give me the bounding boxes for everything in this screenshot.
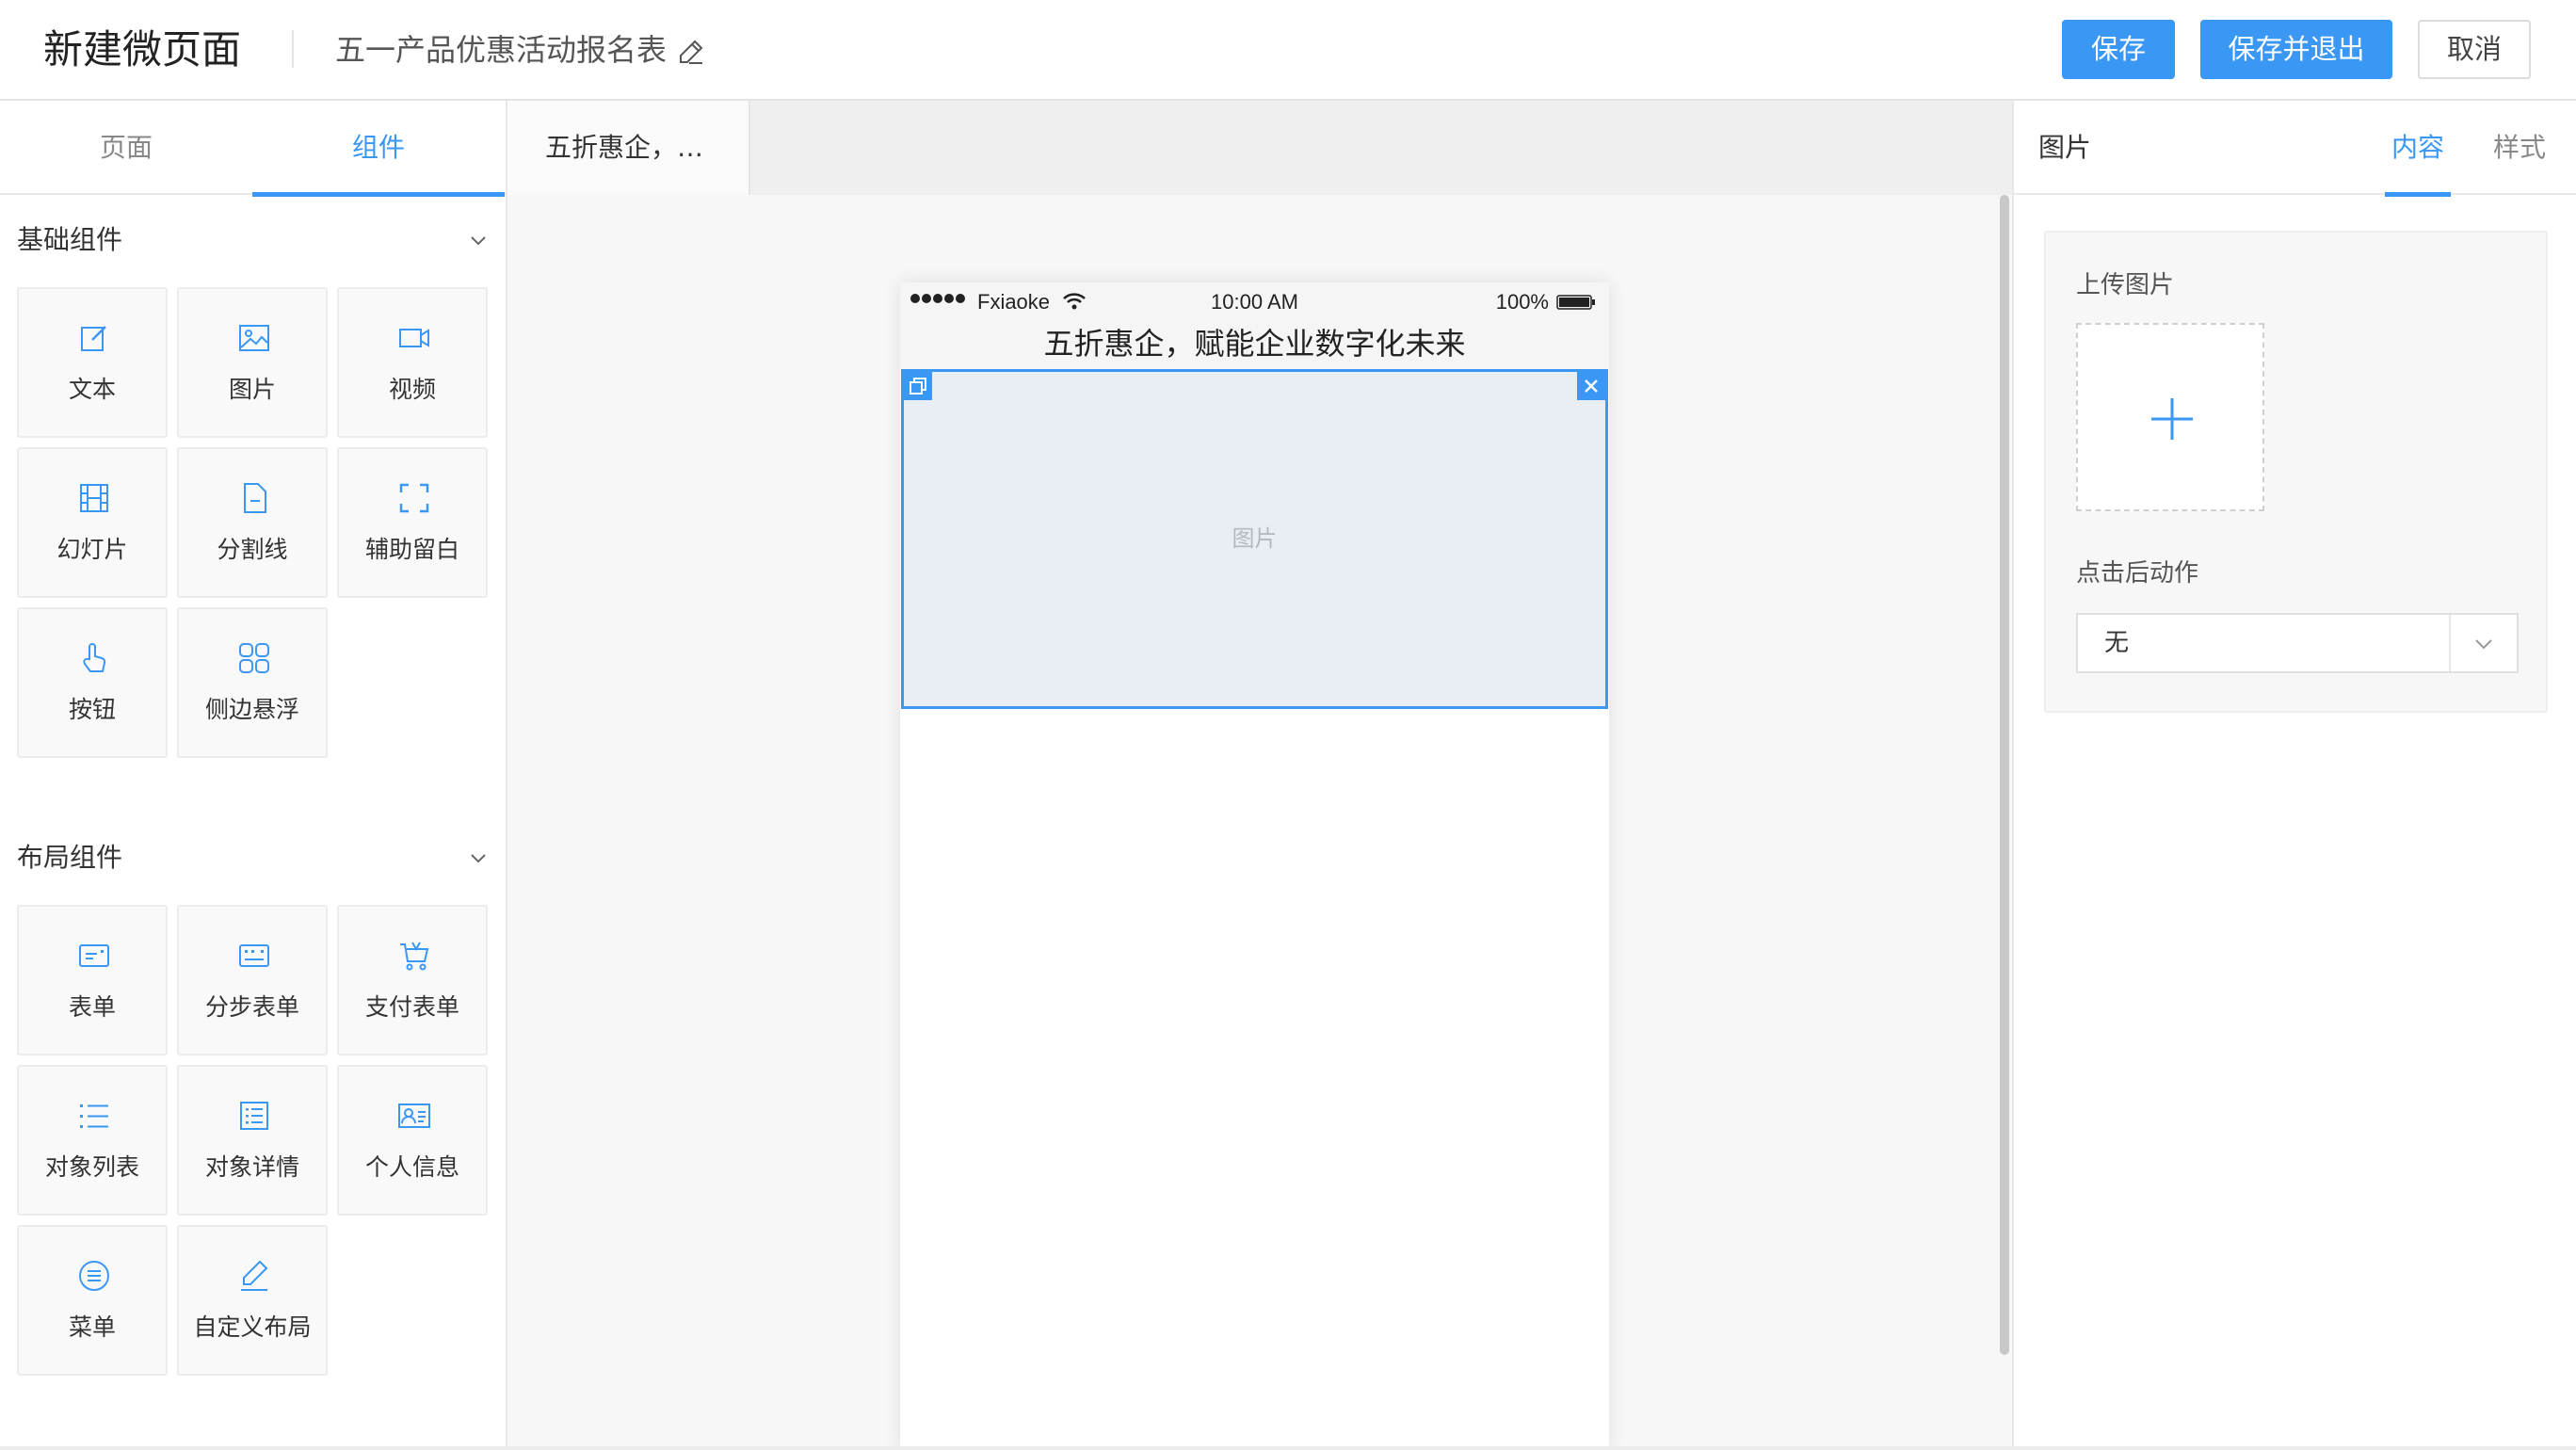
id-card-icon bbox=[398, 1104, 430, 1128]
component-personal-info[interactable]: 个人信息 bbox=[337, 1065, 488, 1216]
component-side-float[interactable]: 侧边悬浮 bbox=[177, 607, 328, 758]
image-placeholder: 图片 bbox=[1232, 525, 1278, 552]
slides-icon bbox=[80, 484, 108, 512]
form-name[interactable]: 五一产品优惠活动报名表 bbox=[335, 28, 706, 72]
section-basic-components[interactable]: 基础组件 bbox=[17, 218, 497, 263]
copy-component-button[interactable] bbox=[904, 372, 932, 400]
page-tab-bar: 五折惠企，… bbox=[507, 101, 2012, 195]
divider-icon bbox=[244, 483, 266, 513]
component-label: 分步表单 bbox=[204, 993, 299, 1021]
phone-status-bar: Fxiaoke 10:00 AM 100% bbox=[900, 282, 1609, 322]
component-label: 表单 bbox=[68, 993, 116, 1021]
close-icon bbox=[1585, 379, 1598, 393]
canvas-scrollbar[interactable] bbox=[2000, 195, 2009, 1355]
section-title: 基础组件 bbox=[17, 224, 123, 255]
component-label: 自定义布局 bbox=[193, 1313, 312, 1341]
page-title: 新建微页面 bbox=[43, 26, 242, 72]
section-layout-components[interactable]: 布局组件 bbox=[17, 835, 497, 880]
title-divider bbox=[292, 30, 294, 68]
menu-icon bbox=[79, 1261, 109, 1291]
component-label: 分割线 bbox=[217, 536, 288, 563]
component-form[interactable]: 表单 bbox=[17, 905, 168, 1055]
cancel-button[interactable]: 取消 bbox=[2418, 20, 2531, 79]
component-object-detail[interactable]: 对象详情 bbox=[177, 1065, 328, 1216]
form-icon bbox=[79, 944, 109, 967]
image-component-selected[interactable]: 图片 bbox=[901, 369, 1608, 709]
phone-preview: Fxiaoke 10:00 AM 100% 五折惠企，赋能企业数字化未来 图片 bbox=[900, 282, 1609, 1450]
cart-icon bbox=[400, 942, 429, 971]
component-whitespace[interactable]: 辅助留白 bbox=[337, 447, 488, 598]
component-label: 按钮 bbox=[68, 696, 116, 723]
component-label: 文本 bbox=[68, 376, 116, 403]
component-payment-form[interactable]: 支付表单 bbox=[337, 905, 488, 1055]
component-slides[interactable]: 幻灯片 bbox=[17, 447, 168, 598]
properties-panel: 图片 内容 样式 上传图片 点击后动作 无 bbox=[2012, 101, 2576, 1450]
click-action-label: 点击后动作 bbox=[2076, 559, 2199, 588]
click-action-select[interactable]: 无 bbox=[2076, 613, 2519, 673]
component-image[interactable]: 图片 bbox=[177, 287, 328, 438]
upload-image-label: 上传图片 bbox=[2076, 271, 2175, 299]
component-label: 对象列表 bbox=[44, 1153, 139, 1181]
copy-icon bbox=[910, 378, 926, 395]
delete-component-button[interactable] bbox=[1577, 372, 1605, 400]
properties-title: 图片 bbox=[2038, 132, 2092, 163]
component-label: 视频 bbox=[388, 376, 436, 403]
component-custom-layout[interactable]: 自定义布局 bbox=[177, 1225, 328, 1376]
chevron-down-icon bbox=[2475, 639, 2492, 650]
chevron-down-icon bbox=[471, 854, 486, 863]
plus-icon bbox=[2151, 398, 2193, 440]
page-tab[interactable]: 五折惠企，… bbox=[507, 101, 750, 195]
select-divider bbox=[2449, 615, 2451, 671]
component-text[interactable]: 文本 bbox=[17, 287, 168, 438]
phone-page-title: 五折惠企，赋能企业数字化未来 bbox=[900, 322, 1609, 369]
pen-icon bbox=[241, 1260, 268, 1291]
pointer-icon bbox=[83, 643, 106, 672]
battery-percent: 100% bbox=[1495, 290, 1549, 314]
component-label: 个人信息 bbox=[364, 1153, 459, 1181]
image-icon bbox=[239, 325, 269, 351]
component-label: 菜单 bbox=[68, 1313, 116, 1341]
tab-style[interactable]: 样式 bbox=[2487, 101, 2552, 195]
component-button[interactable]: 按钮 bbox=[17, 607, 168, 758]
step-form-icon bbox=[239, 944, 269, 967]
component-step-form[interactable]: 分步表单 bbox=[177, 905, 328, 1055]
component-video[interactable]: 视频 bbox=[337, 287, 488, 438]
left-tabs: 页面 组件 bbox=[0, 101, 506, 197]
properties-header: 图片 内容 样式 bbox=[2014, 101, 2576, 197]
edit-icon bbox=[81, 326, 106, 351]
grid-icon bbox=[239, 643, 269, 673]
component-label: 图片 bbox=[228, 376, 276, 403]
upload-image-button[interactable] bbox=[2076, 323, 2264, 511]
component-label: 支付表单 bbox=[364, 993, 459, 1021]
component-panel: 页面 组件 基础组件 文本 图片 视频 幻灯片 分割线 辅助留白 按钮 侧边悬浮… bbox=[0, 101, 507, 1450]
tab-content[interactable]: 内容 bbox=[2385, 101, 2451, 197]
list-icon bbox=[80, 1104, 108, 1128]
save-and-exit-button[interactable]: 保存并退出 bbox=[2200, 20, 2392, 79]
component-menu[interactable]: 菜单 bbox=[17, 1225, 168, 1376]
whitespace-icon bbox=[399, 483, 429, 513]
chevron-down-icon bbox=[471, 236, 486, 246]
video-icon bbox=[399, 329, 429, 347]
component-divider[interactable]: 分割线 bbox=[177, 447, 328, 598]
click-action-value: 无 bbox=[2104, 629, 2130, 657]
component-label: 对象详情 bbox=[204, 1153, 299, 1181]
editor-canvas: 五折惠企，… Fxiaoke 10:00 AM 100% 五折惠企，赋能企业数字… bbox=[507, 101, 2012, 1450]
component-label: 侧边悬浮 bbox=[204, 696, 299, 723]
top-bar: 新建微页面 五一产品优惠活动报名表 保存 保存并退出 取消 bbox=[0, 0, 2576, 101]
form-name-text: 五一产品优惠活动报名表 bbox=[335, 32, 668, 68]
tab-components[interactable]: 组件 bbox=[252, 101, 505, 197]
detail-icon bbox=[240, 1102, 268, 1130]
image-settings-card: 上传图片 点击后动作 无 bbox=[2044, 231, 2548, 713]
app-root: 新建微页面 五一产品优惠活动报名表 保存 保存并退出 取消 页面 组件 基础组件… bbox=[0, 0, 2576, 1450]
component-label: 幻灯片 bbox=[56, 536, 128, 563]
bottom-edge bbox=[0, 1446, 2576, 1450]
battery-icon bbox=[1556, 295, 1595, 310]
tab-page[interactable]: 页面 bbox=[0, 101, 252, 195]
component-object-list[interactable]: 对象列表 bbox=[17, 1065, 168, 1216]
component-label: 辅助留白 bbox=[364, 536, 459, 563]
pencil-icon[interactable] bbox=[676, 35, 706, 65]
section-title: 布局组件 bbox=[17, 842, 123, 873]
save-button[interactable]: 保存 bbox=[2062, 20, 2175, 79]
